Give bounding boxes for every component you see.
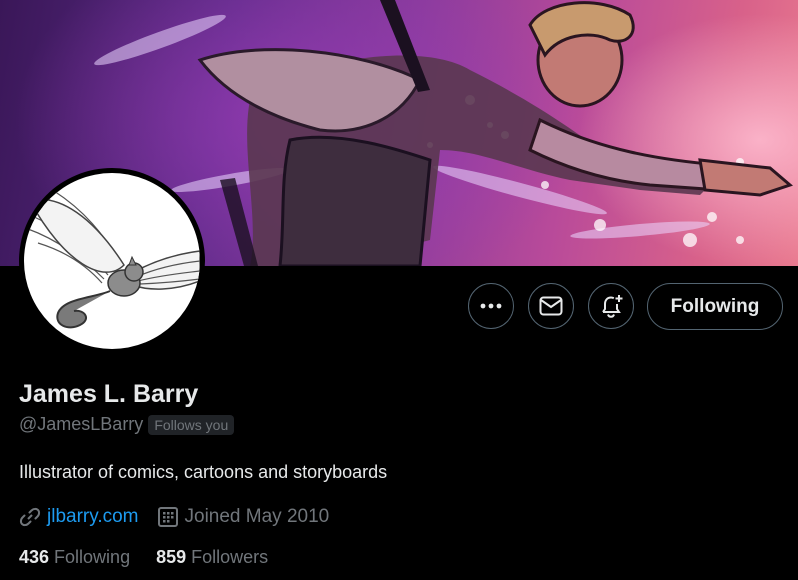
joined-date: Joined May 2010 [184,506,330,527]
followers-label: Followers [191,547,269,567]
following-button[interactable]: Following [647,283,783,330]
more-options-button[interactable] [468,283,514,329]
profile-name: James L. Barry [19,380,199,408]
bell-plus-icon [602,295,623,318]
envelope-icon [539,296,563,316]
handle-row: @JamesLBarry Follows you [19,414,235,435]
message-button[interactable] [528,283,574,329]
link-icon [19,507,41,527]
profile-avatar[interactable] [19,168,205,354]
following-stat[interactable]: 436 Following [19,547,130,568]
following-label: Following [54,547,131,567]
profile-meta: jlbarry.com Joined May 2010 [19,506,329,528]
notifications-button[interactable] [588,283,634,329]
following-count: 436 [19,547,50,567]
flying-squirrel-illustration [27,190,200,329]
followers-count: 859 [156,547,187,567]
profile-stats: 436 Following 859 Followers [19,547,268,568]
avatar-image [24,173,200,349]
calendar-icon [157,507,178,527]
followers-stat[interactable]: 859 Followers [156,547,268,568]
website-link[interactable]: jlbarry.com [47,506,139,528]
more-horizontal-icon [480,303,502,309]
profile-handle: @JamesLBarry [19,414,144,434]
follows-you-badge: Follows you [148,414,235,435]
profile-bio: Illustrator of comics, cartoons and stor… [19,462,388,482]
